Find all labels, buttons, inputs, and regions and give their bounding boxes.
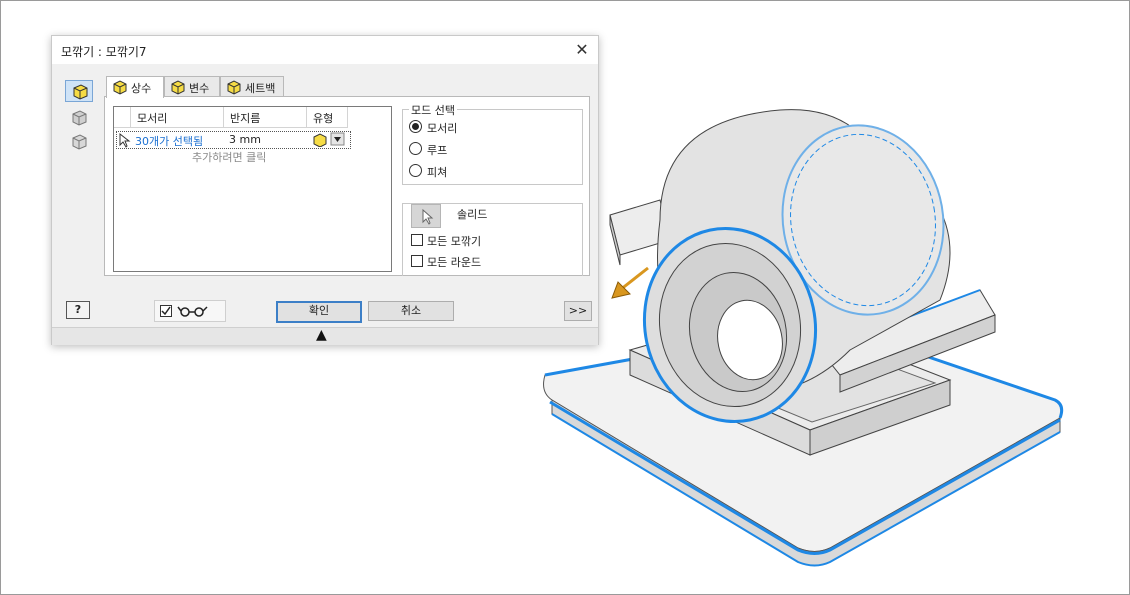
select-arrow-icon xyxy=(422,208,434,225)
tab-label: 상수 xyxy=(131,82,152,95)
tab-label: 세트백 xyxy=(245,82,276,95)
variable-fillet-icon xyxy=(171,80,185,95)
preview-checkbox[interactable] xyxy=(160,305,172,317)
edge-fillet-button[interactable] xyxy=(65,80,93,102)
mode-selection-legend: 모드 선택 xyxy=(409,102,457,118)
all-fillets-checkbox[interactable] xyxy=(411,234,423,246)
column-header-type[interactable]: 유형 xyxy=(307,107,348,128)
solid-select-button[interactable] xyxy=(411,204,441,228)
select-arrow-icon xyxy=(119,132,131,148)
ok-button[interactable]: 확인 xyxy=(276,301,362,323)
column-header-radius[interactable]: 반지름 xyxy=(224,107,307,128)
feature-mode-label: 피쳐 xyxy=(427,166,448,179)
all-fillets-label: 모든 모깎기 xyxy=(427,235,482,248)
help-icon: ? xyxy=(74,303,82,316)
type-cell[interactable] xyxy=(312,132,348,148)
tab-label: 변수 xyxy=(189,82,210,95)
loop-mode-radio[interactable] xyxy=(409,142,422,155)
table-header-corner xyxy=(114,107,131,128)
table-row[interactable]: 30개가 선택됨 3 mm xyxy=(116,131,351,149)
all-rounds-checkbox[interactable] xyxy=(411,255,423,267)
collapse-bar[interactable]: ▲ xyxy=(52,327,598,345)
full-round-fillet-icon xyxy=(72,134,87,150)
cancel-button[interactable]: 취소 xyxy=(368,301,454,321)
more-options-button[interactable]: >> xyxy=(564,301,592,321)
solid-group: 솔리드 모든 모깎기 모든 라운드 xyxy=(402,203,583,276)
mode-selection-group: 모드 선택 모서리 루프 피쳐 xyxy=(402,102,583,185)
edge-mode-radio[interactable] xyxy=(409,120,422,133)
setback-fillet-icon xyxy=(227,80,241,95)
all-rounds-label: 모든 라운드 xyxy=(427,256,482,269)
preview-toggle[interactable] xyxy=(154,300,226,322)
edge-fillet-icon xyxy=(73,84,88,100)
column-header-edges[interactable]: 모서리 xyxy=(131,107,224,128)
checkmark-icon xyxy=(161,306,171,316)
direction-arrow[interactable] xyxy=(611,266,649,299)
close-button[interactable]: ✕ xyxy=(572,40,592,60)
loop-mode-label: 루프 xyxy=(427,144,448,157)
glasses-icon xyxy=(177,306,208,317)
tab-constant[interactable]: 상수 xyxy=(106,76,164,98)
radius-cell[interactable]: 3 mm xyxy=(229,133,261,146)
feature-mode-radio[interactable] xyxy=(409,164,422,177)
add-edge-hint[interactable]: 추가하려면 클릭 xyxy=(192,149,266,165)
fillet-type-icon xyxy=(313,132,345,148)
constant-fillet-icon xyxy=(113,80,127,95)
face-fillet-icon xyxy=(72,110,87,126)
tab-panel: 모서리 반지름 유형 30개가 선택됨 3 mm 추가하려면 클릭 모드 선택 … xyxy=(104,96,590,276)
face-fillet-button[interactable] xyxy=(65,105,93,127)
model-viewport[interactable] xyxy=(520,100,1080,580)
edge-mode-label: 모서리 xyxy=(427,122,458,135)
full-round-fillet-button[interactable] xyxy=(65,129,93,151)
help-button[interactable]: ? xyxy=(66,301,90,319)
fillet-dialog: 모깎기 : 모깎기7 ✕ 상수 변수 세트백 모서리 반지름 유형 30개가 선… xyxy=(51,35,599,345)
tab-variable[interactable]: 변수 xyxy=(164,76,220,97)
collapse-arrow-icon[interactable]: ▲ xyxy=(316,327,327,343)
solid-label: 솔리드 xyxy=(457,208,488,221)
tab-setback[interactable]: 세트백 xyxy=(220,76,284,97)
title-bar[interactable]: 모깎기 : 모깎기7 ✕ xyxy=(52,36,598,64)
edges-cell[interactable]: 30개가 선택됨 xyxy=(135,133,203,149)
edge-table[interactable]: 모서리 반지름 유형 30개가 선택됨 3 mm 추가하려면 클릭 xyxy=(113,106,392,272)
dialog-title: 모깎기 : 모깎기7 xyxy=(61,45,147,59)
